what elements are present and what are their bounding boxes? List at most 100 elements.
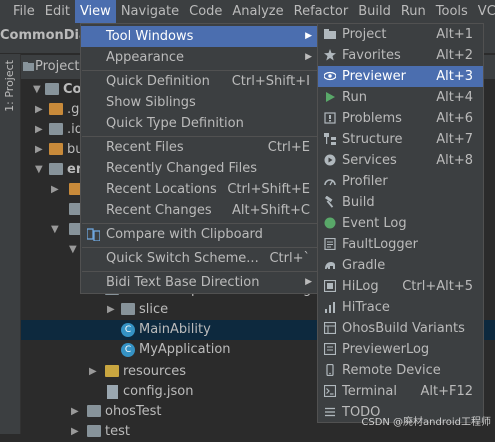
tool-item-profiler[interactable]: Profiler [318, 171, 483, 192]
tool-item-terminal[interactable]: Terminal Alt+F12 [318, 381, 483, 402]
menu-item-recent-locations[interactable]: Recent Locations Ctrl+Shift+E [81, 179, 318, 200]
menu-code[interactable]: Code [184, 0, 227, 23]
view-menu: Tool Windows ▶ Appearance ▶ Quick Defini… [80, 23, 319, 294]
json-file-icon [107, 385, 118, 399]
chevron-down-icon[interactable]: ▼ [69, 240, 79, 260]
submenu-arrow-icon: ▶ [305, 31, 312, 41]
tool-item-run[interactable]: Run Alt+4 [318, 87, 483, 108]
chevron-right-icon[interactable]: ▶ [71, 422, 81, 442]
chevron-right-icon[interactable]: ▶ [107, 300, 117, 320]
chevron-right-icon[interactable]: ▶ [35, 140, 45, 160]
menu-item-quick-definition[interactable]: Quick Definition Ctrl+Shift+I [81, 71, 318, 92]
terminal-icon [324, 385, 336, 397]
menu-item-compare-clipboard[interactable]: Compare with Clipboard [81, 224, 318, 245]
menu-item-show-siblings[interactable]: Show Siblings [81, 92, 318, 113]
project-stripe-button[interactable]: 1: Project [3, 60, 16, 112]
menu-item-quick-type-definition[interactable]: Quick Type Definition [81, 113, 318, 134]
chevron-down-icon[interactable]: ▼ [51, 220, 61, 240]
menu-bar: File Edit View Navigate Code Analyze Ref… [0, 0, 495, 23]
tool-item-faultlogger[interactable]: FaultLogger [318, 234, 483, 255]
tool-item-previewer[interactable]: Previewer Alt+3 [318, 66, 483, 87]
faultlogger-icon [324, 238, 336, 250]
chevron-right-icon[interactable]: ▶ [35, 120, 45, 140]
menu-file[interactable]: File [8, 0, 40, 23]
services-icon [324, 154, 336, 166]
tool-item-services[interactable]: Services Alt+8 [318, 150, 483, 171]
build-variants-icon [324, 322, 336, 334]
left-tool-stripe: 1: Project [0, 54, 21, 434]
tree-row-label: MainAbility [139, 322, 211, 337]
remote-device-icon [326, 364, 334, 376]
profiler-icon [324, 179, 336, 186]
tool-item-build[interactable]: Build [318, 192, 483, 213]
class-icon: C [121, 343, 135, 357]
chevron-right-icon[interactable]: ▶ [89, 362, 99, 382]
compare-icon [87, 228, 100, 241]
hitrace-icon [325, 302, 335, 313]
menu-vcs[interactable]: VCS [473, 0, 495, 23]
tool-item-hilog[interactable]: HiLog Ctrl+Alt+5 [318, 276, 483, 297]
menu-build[interactable]: Build [353, 0, 396, 23]
tool-item-previewerlog[interactable]: PreviewerLog [318, 339, 483, 360]
tool-item-ohosbuild-variants[interactable]: OhosBuild Variants [318, 318, 483, 339]
folder-icon [45, 83, 59, 95]
submenu-arrow-icon: ▶ [305, 277, 312, 287]
tree-row-label: slice [139, 302, 169, 317]
watermark: CSDN @廃材android工程师 [361, 417, 491, 428]
tool-item-hitrace[interactable]: HiTrace [318, 297, 483, 318]
tool-item-structure[interactable]: Structure Alt+7 [318, 129, 483, 150]
menu-item-quick-switch-scheme[interactable]: Quick Switch Scheme... Ctrl+` [81, 248, 318, 269]
structure-icon [324, 133, 336, 145]
tool-item-project[interactable]: Project Alt+1 [318, 24, 483, 45]
tree-row-label: ohosTest [105, 404, 162, 419]
menu-refactor[interactable]: Refactor [289, 0, 354, 23]
tree-row-label: .g [67, 102, 80, 117]
folder-icon [49, 123, 63, 135]
folder-icon [49, 143, 63, 155]
tool-item-favorites[interactable]: Favorites Alt+2 [318, 45, 483, 66]
folder-icon [23, 62, 34, 71]
menu-item-bidi-direction[interactable]: Bidi Text Base Direction ▶ [81, 272, 318, 293]
run-icon [326, 92, 335, 102]
menu-navigate[interactable]: Navigate [116, 0, 184, 23]
tree-row-label: resources [123, 364, 187, 379]
folder-icon [49, 103, 63, 115]
previewerlog-icon [324, 343, 336, 355]
menu-view[interactable]: View [74, 0, 116, 23]
menu-run[interactable]: Run [396, 0, 431, 23]
star-icon [324, 49, 336, 61]
menu-item-appearance[interactable]: Appearance ▶ [81, 47, 318, 68]
chevron-right-icon[interactable]: ▶ [71, 402, 81, 422]
tool-item-problems[interactable]: Problems Alt+6 [318, 108, 483, 129]
tool-windows-submenu: Project Alt+1 Favorites Alt+2 Previewer … [317, 23, 484, 423]
folder-icon [324, 29, 336, 39]
package-icon [121, 303, 135, 315]
tool-item-gradle[interactable]: Gradle [318, 255, 483, 276]
module-folder-icon [49, 163, 63, 175]
tool-item-event-log[interactable]: Event Log [318, 213, 483, 234]
resources-folder-icon [105, 365, 119, 377]
menu-item-recent-files[interactable]: Recent Files Ctrl+E [81, 137, 318, 158]
chevron-right-icon[interactable]: ▶ [51, 180, 61, 200]
chevron-right-icon[interactable]: ▶ [35, 100, 45, 120]
menu-analyze[interactable]: Analyze [227, 0, 288, 23]
chevron-down-icon[interactable]: ▼ [35, 160, 45, 180]
event-log-icon [324, 217, 336, 229]
hammer-icon [324, 196, 334, 208]
menu-edit[interactable]: Edit [40, 0, 75, 23]
class-icon: C [121, 323, 135, 337]
menu-item-recently-changed-files[interactable]: Recently Changed Files [81, 158, 318, 179]
tool-item-remote-device[interactable]: Remote Device [318, 360, 483, 381]
menu-tools[interactable]: Tools [431, 0, 473, 23]
problems-icon [324, 112, 336, 124]
project-panel-title[interactable]: Project [35, 59, 79, 74]
menu-item-tool-windows[interactable]: Tool Windows ▶ [81, 26, 318, 47]
todo-icon [325, 407, 335, 417]
gradle-icon [325, 262, 335, 269]
folder-icon [87, 405, 101, 417]
chevron-down-icon[interactable]: ▼ [33, 80, 43, 100]
tree-row-label: MyApplication [139, 342, 231, 357]
hilog-icon [324, 280, 336, 292]
tree-row-label: test [105, 424, 130, 439]
menu-item-recent-changes[interactable]: Recent Changes Alt+Shift+C [81, 200, 318, 221]
